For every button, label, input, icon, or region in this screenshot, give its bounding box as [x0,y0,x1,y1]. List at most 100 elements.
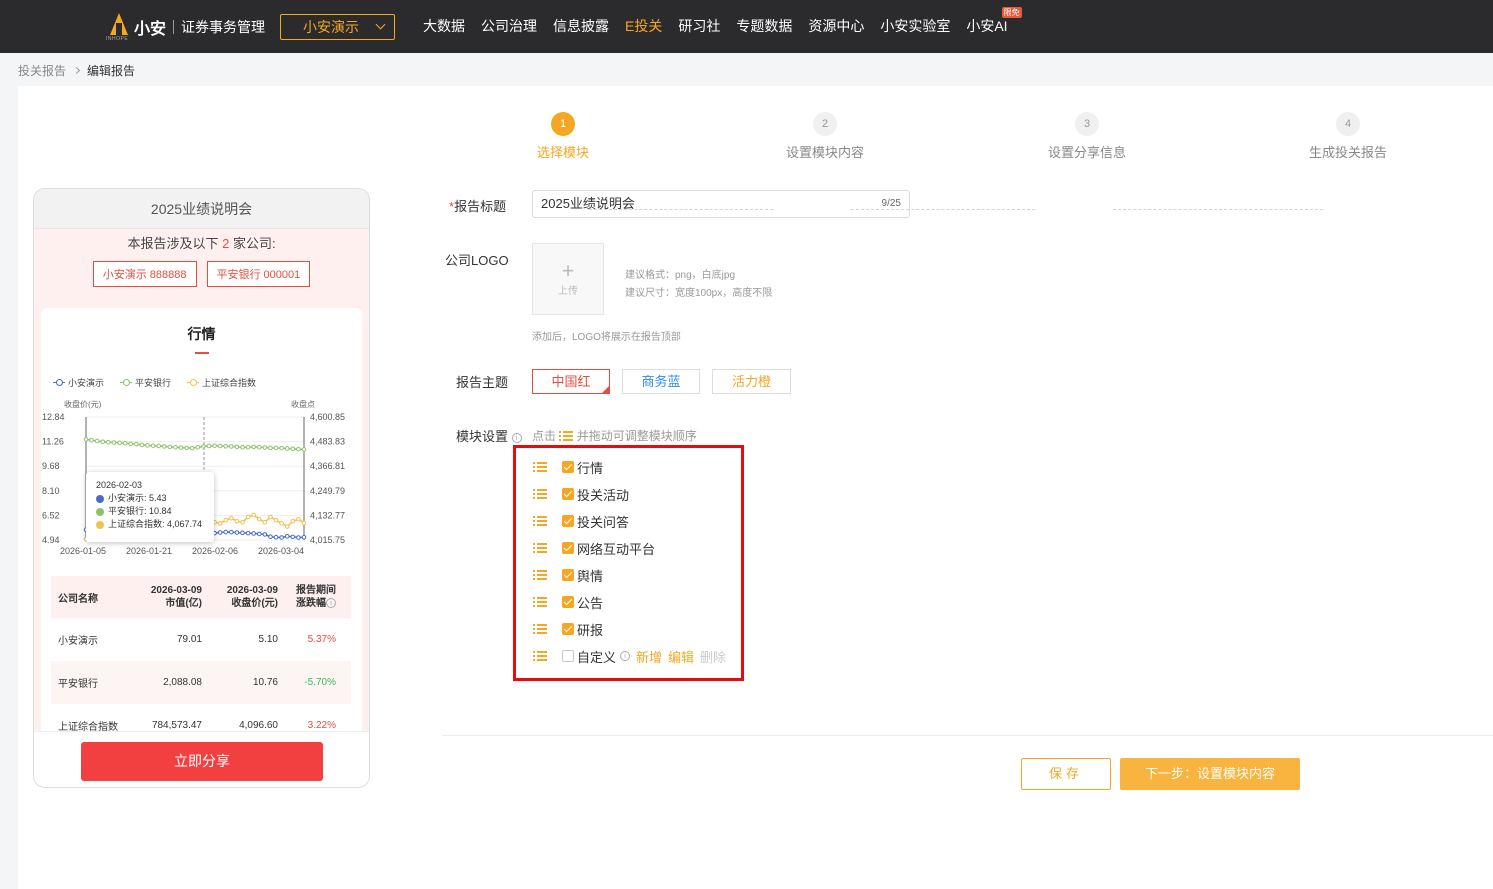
drag-handle-icon[interactable] [533,515,547,527]
nav-item-e-ir[interactable]: E投关 [617,0,670,53]
data-point [290,534,296,540]
drag-handle-icon[interactable] [533,542,547,554]
module-checkbox[interactable] [562,596,574,608]
module-row[interactable]: 投关问答 [533,512,629,530]
x-tick-label: 2026-03-04 [258,546,304,556]
nav-item-academy[interactable]: 研习社 [670,0,728,53]
x-tick-label: 2026-01-05 [60,546,106,556]
nav-item-topic-data[interactable]: 专题数据 [728,0,800,53]
form-divider [442,735,1493,736]
legend-item[interactable]: 平安银行 [120,376,171,389]
nav-item-governance[interactable]: 公司治理 [473,0,545,53]
data-point [251,512,256,518]
module-checkbox[interactable] [562,623,574,635]
data-point [156,443,161,449]
report-title-value: 2025业绩说明会 [541,196,635,211]
module-checkbox[interactable] [562,569,574,581]
module-row[interactable]: 研报 [533,620,603,638]
data-point [128,441,134,447]
drag-handle-icon[interactable] [533,623,547,635]
report-title-input[interactable]: 2025业绩说明会 9/25 [532,190,910,218]
module-row[interactable]: 自定义 i 新增 编辑 删除 [533,647,726,665]
drag-handle-icon[interactable] [533,596,547,608]
free-badge: 限免 [1001,7,1022,18]
col-header-cap: 2026-03-09 市值(亿) [150,585,202,609]
tooltip-row: 平安银行: 10.84 [96,505,204,518]
data-point [290,446,296,452]
legend-item[interactable]: 小安演示 [53,376,104,389]
data-point [83,437,89,442]
step-module-content[interactable]: 2 设置模块内容 [775,112,875,161]
info-icon[interactable]: i [511,432,522,443]
data-point [145,443,150,448]
drag-handle-icon[interactable] [533,488,547,500]
top-navigation-bar: INHOPE 小安 证券事务管理 小安演示 大数据 公司治理 信息披露 E投关 … [0,0,1493,53]
data-point [117,440,122,446]
legend-item[interactable]: 上证综合指数 [187,376,256,389]
module-row[interactable]: 网络互动平台 [533,539,655,557]
data-point [150,443,156,448]
nav-item-disclosure[interactable]: 信息披露 [545,0,617,53]
theme-business-blue[interactable]: 商务蓝 [622,369,700,394]
y-left-tick-label: 9.68 [42,461,60,471]
info-icon[interactable]: i [620,651,631,661]
module-row[interactable]: 公告 [533,593,603,611]
module-settings-label: 模块设置 i [456,426,522,445]
y-left-tick-label: 12.84 [42,412,65,422]
brand-logo[interactable]: INHOPE 小安 证券事务管理 [106,12,265,42]
save-button[interactable]: 保存 [1021,758,1111,790]
module-label: 公告 [577,595,604,611]
nav-item-big-data[interactable]: 大数据 [415,0,473,53]
drag-handle-icon[interactable] [533,650,547,662]
next-step-button[interactable]: 下一步：设置模块内容 [1120,758,1300,790]
theme-label: 报告主题 [456,375,509,390]
plus-icon: + [561,258,575,283]
step-select-modules[interactable]: 1 选择模块 [513,112,613,161]
data-point [268,514,273,520]
data-point [273,445,279,451]
step-share-info[interactable]: 3 设置分享信息 [1037,112,1137,161]
custom-add-link[interactable]: 新增 [636,647,662,666]
theme-vital-orange[interactable]: 活力橙 [712,369,791,394]
data-point [223,517,229,523]
data-point [223,529,229,535]
module-checkbox[interactable] [562,461,574,473]
step-connector [1113,209,1323,210]
preview-title: 2025业绩说明会 [34,189,369,229]
data-point [89,437,94,443]
module-label: 研报 [577,622,604,638]
upload-label: 上传 [558,286,578,297]
nav-item-lab[interactable]: 小安实验室 [872,0,958,53]
module-checkbox[interactable] [562,542,574,554]
data-point [178,445,184,450]
nav-item-resources[interactable]: 资源中心 [800,0,872,53]
company-select[interactable]: 小安演示 [280,14,395,40]
company-tag[interactable]: 小安演示 888888 [92,261,197,287]
module-checkbox[interactable] [562,650,574,662]
data-point [184,445,189,451]
info-icon[interactable]: i [326,598,336,609]
module-row[interactable]: 投关活动 [533,485,629,503]
module-checkbox[interactable] [562,488,574,500]
drag-handle-icon[interactable] [533,569,547,581]
share-now-button[interactable]: 立即分享 [81,742,323,781]
y-right-tick-label: 4,249.79 [310,486,345,496]
chart-legend: 小安演示 平安银行 上证综合指数 [53,376,256,389]
module-row[interactable]: 舆情 [533,566,603,584]
market-table: 公司名称 2026-03-09 市值(亿) 2026-03-09 收盘价(元) 报告… [51,576,351,747]
breadcrumb-parent[interactable]: 投关报告 [18,62,66,79]
nav-item-ai[interactable]: 小安AI 限免 [958,0,1022,53]
module-label: 投关活动 [577,487,630,503]
data-point [234,444,240,450]
module-row[interactable]: 行情 [533,458,603,476]
data-point [284,533,290,539]
y-left-tick-label: 8.10 [42,486,60,496]
drag-handle-icon[interactable] [533,461,547,473]
theme-china-red[interactable]: 中国红 [532,369,610,394]
custom-edit-link[interactable]: 编辑 [668,647,694,666]
x-tick-label: 2026-02-06 [192,546,238,556]
module-checkbox[interactable] [562,515,574,527]
company-tag[interactable]: 平安银行 000001 [206,261,311,287]
step-generate-report[interactable]: 4 生成投关报告 [1298,112,1398,161]
logo-upload[interactable]: + 上传 [532,243,604,315]
